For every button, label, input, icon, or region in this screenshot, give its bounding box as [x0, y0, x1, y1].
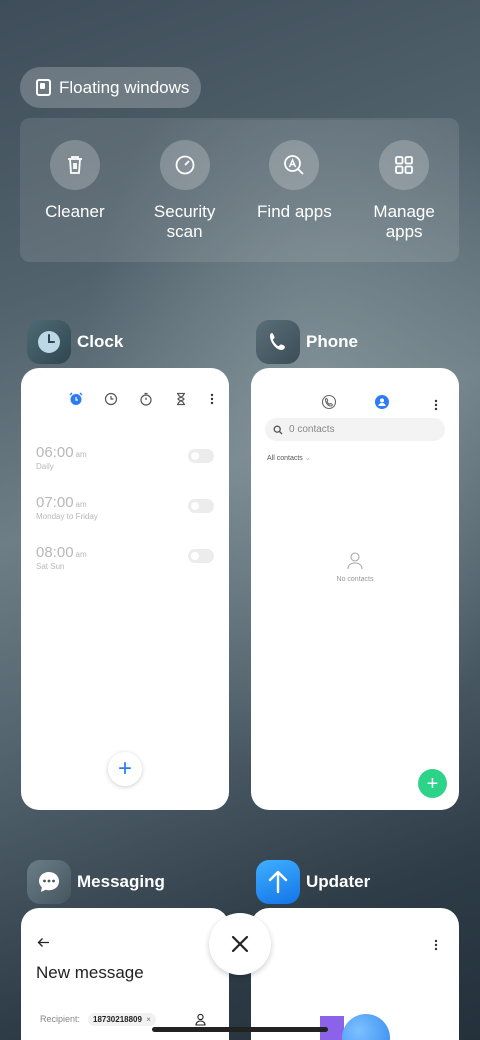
clock-app-name: Clock — [77, 332, 124, 351]
more-options-icon[interactable] — [433, 938, 439, 952]
grid-icon — [379, 140, 430, 190]
illustration-circle — [342, 1014, 390, 1040]
more-options-icon[interactable] — [209, 392, 215, 406]
clock-app-header[interactable]: Clock — [27, 320, 123, 364]
back-arrow-icon[interactable] — [37, 937, 50, 948]
chevron-down-icon: ⌄ — [304, 455, 311, 462]
phone-app-preview[interactable]: 0 contacts All contacts ⌄ No contacts + — [251, 368, 459, 810]
close-icon — [231, 935, 249, 953]
contacts-search-input[interactable]: 0 contacts — [265, 418, 445, 441]
alarm-repeat: Monday to Friday — [36, 512, 98, 521]
recipient-number: 18730218809 — [93, 1015, 142, 1024]
messaging-app-preview[interactable]: New message Recipient: 18730218809 × — [21, 908, 229, 1040]
add-contact-button[interactable]: + — [418, 769, 447, 798]
home-indicator[interactable] — [152, 1027, 328, 1032]
recipient-chip[interactable]: 18730218809 × — [88, 1013, 156, 1026]
new-message-title: New message — [36, 963, 144, 982]
cleaner-label: Cleaner — [45, 202, 105, 221]
phone-app-name: Phone — [306, 332, 358, 351]
search-icon — [273, 425, 283, 434]
contacts-tab-icon[interactable] — [375, 395, 389, 409]
alarm-toggle[interactable] — [188, 449, 214, 463]
stopwatch-tab-icon[interactable] — [139, 392, 153, 406]
phone-tabs — [321, 394, 389, 410]
manage-apps-button[interactable]: Manage apps — [354, 140, 454, 262]
messaging-app-header[interactable]: Messaging — [27, 860, 165, 904]
find-apps-button[interactable]: Find apps — [244, 140, 344, 262]
alarm-item[interactable]: 08:00 am Sat Sun — [36, 544, 214, 571]
floating-windows-button[interactable]: Floating windows — [20, 67, 201, 108]
trash-icon — [49, 140, 100, 190]
alarm-time: 07:00 — [36, 494, 74, 511]
security-scan-icon — [159, 140, 210, 190]
alarm-item[interactable]: 06:00 am Daily — [36, 444, 214, 471]
clock-app-preview[interactable]: 06:00 am Daily 07:00 am Monday to Friday 0… — [21, 368, 229, 810]
security-scan-label: Security scan — [153, 202, 216, 241]
alarm-toggle[interactable] — [188, 549, 214, 563]
search-placeholder: 0 contacts — [289, 424, 335, 435]
security-scan-button[interactable]: Security scan — [135, 140, 235, 262]
alarm-time: 08:00 — [36, 544, 74, 561]
timer-tab-icon[interactable] — [174, 392, 188, 406]
alarm-repeat: Daily — [36, 462, 54, 471]
world-clock-tab-icon[interactable] — [104, 392, 118, 406]
floating-window-icon — [36, 79, 51, 96]
updater-app-name: Updater — [306, 872, 371, 891]
quick-tools-panel: Cleaner Security scan Find apps Manage a… — [20, 118, 459, 262]
contacts-filter[interactable]: All contacts ⌄ — [267, 454, 311, 462]
cleaner-button[interactable]: Cleaner — [25, 140, 125, 262]
messaging-app-name: Messaging — [77, 872, 165, 891]
more-options-icon[interactable] — [433, 398, 439, 412]
floating-windows-label: Floating windows — [59, 77, 190, 97]
updater-app-header[interactable]: Updater — [256, 860, 370, 904]
clock-tabs — [69, 392, 215, 406]
empty-state: No contacts — [251, 550, 459, 583]
alarm-tab-icon[interactable] — [69, 392, 83, 406]
alarm-ampm: am — [75, 450, 87, 459]
alarm-item[interactable]: 07:00 am Monday to Friday — [36, 494, 214, 521]
alarm-time: 06:00 — [36, 444, 74, 461]
alarm-repeat: Sat Sun — [36, 562, 65, 571]
alarm-ampm: am — [75, 500, 87, 509]
empty-state-text: No contacts — [336, 576, 374, 583]
updater-app-icon — [256, 860, 300, 904]
alarm-ampm: am — [75, 550, 87, 559]
phone-app-header[interactable]: Phone — [256, 320, 358, 364]
find-apps-icon — [269, 140, 320, 190]
alarm-toggle[interactable] — [188, 499, 214, 513]
clock-app-icon — [27, 320, 71, 364]
messaging-app-icon — [27, 860, 71, 904]
manage-apps-label: Manage apps — [373, 202, 435, 241]
filter-label: All contacts — [267, 455, 303, 462]
updater-app-preview[interactable] — [251, 908, 459, 1040]
person-icon — [347, 552, 363, 570]
recipient-label: Recipient: — [40, 1014, 81, 1024]
add-contact-icon[interactable] — [195, 1013, 206, 1026]
clear-all-button[interactable] — [209, 913, 271, 975]
add-alarm-button[interactable]: + — [108, 752, 142, 786]
find-apps-label: Find apps — [257, 202, 332, 221]
remove-recipient-icon[interactable]: × — [146, 1015, 151, 1024]
phone-app-icon — [256, 320, 300, 364]
recents-tab-icon[interactable] — [321, 394, 337, 410]
